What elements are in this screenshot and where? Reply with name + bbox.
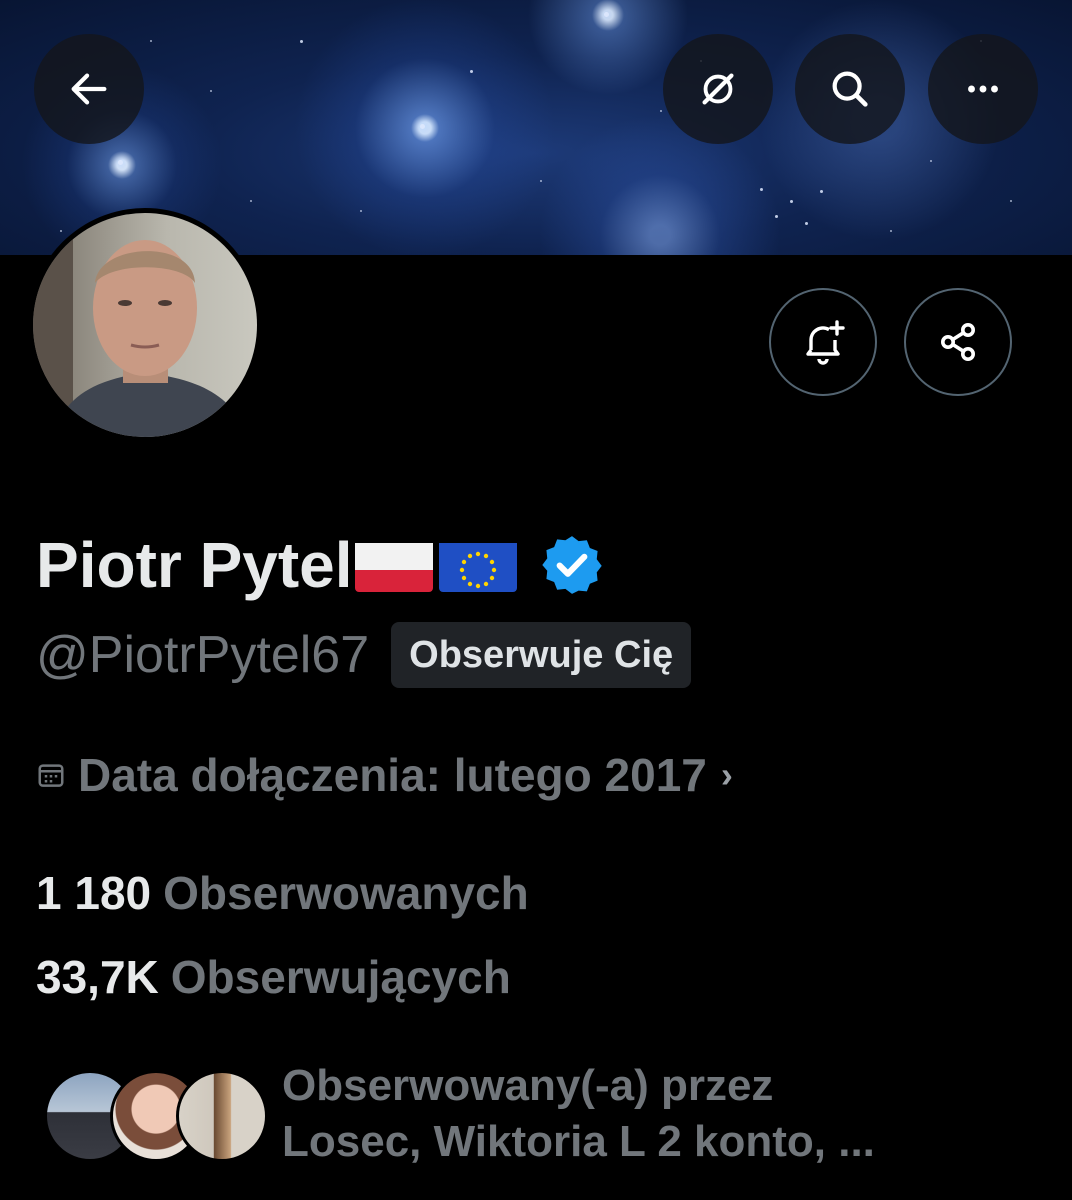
- followers-label: Obserwujących: [170, 951, 511, 1003]
- more-icon: [968, 85, 998, 93]
- arrow-left-icon: [71, 73, 107, 105]
- follower-avatar: [176, 1070, 268, 1162]
- followers-count: 33,7K: [36, 951, 159, 1003]
- back-button[interactable]: [34, 34, 144, 144]
- grok-button[interactable]: [663, 34, 773, 144]
- join-date-row[interactable]: Data dołączenia: lutego 2017 ›: [36, 748, 733, 802]
- grok-icon: [702, 73, 734, 105]
- handle-row: @PiotrPytel67 Obserwuje Cię: [36, 622, 692, 688]
- calendar-icon: [38, 764, 64, 787]
- join-date: Data dołączenia: lutego 2017: [78, 749, 707, 801]
- profile-avatar[interactable]: [28, 208, 262, 442]
- chevron-right-icon: ›: [720, 754, 733, 795]
- following-stat[interactable]: 1 180 Obserwowanych: [36, 866, 529, 920]
- avatar-photo: [33, 213, 257, 437]
- followed-by-line-1: Obserwowany(-a) przez: [282, 1061, 774, 1110]
- notify-button[interactable]: [769, 288, 877, 396]
- more-button[interactable]: [928, 34, 1038, 144]
- bell-plus-icon: [806, 320, 845, 365]
- handle: @PiotrPytel67: [36, 626, 370, 684]
- display-name-row: Piotr Pytel: [36, 528, 605, 602]
- following-label: Obserwowanych: [163, 867, 529, 919]
- followed-by-text: Obserwowany(-a) przez Losec, Wiktoria L …: [282, 1058, 1062, 1170]
- search-icon: [832, 71, 868, 107]
- search-button[interactable]: [795, 34, 905, 144]
- share-button[interactable]: [904, 288, 1012, 396]
- followed-by-row[interactable]: Obserwowany(-a) przez Losec, Wiktoria L …: [44, 1058, 1062, 1170]
- display-name: Piotr Pytel: [36, 529, 353, 601]
- eu-flag-icon: [438, 538, 517, 592]
- poland-flag-icon: [354, 538, 433, 592]
- followed-by-line-2: Losec, Wiktoria L 2 konto, ...: [282, 1117, 875, 1166]
- follower-avatars: [44, 1070, 268, 1170]
- share-icon: [941, 323, 975, 361]
- verified-badge-icon[interactable]: [539, 532, 605, 598]
- following-count: 1 180: [36, 867, 152, 919]
- follows-you-badge: Obserwuje Cię: [391, 622, 692, 688]
- followers-stat[interactable]: 33,7K Obserwujących: [36, 950, 511, 1004]
